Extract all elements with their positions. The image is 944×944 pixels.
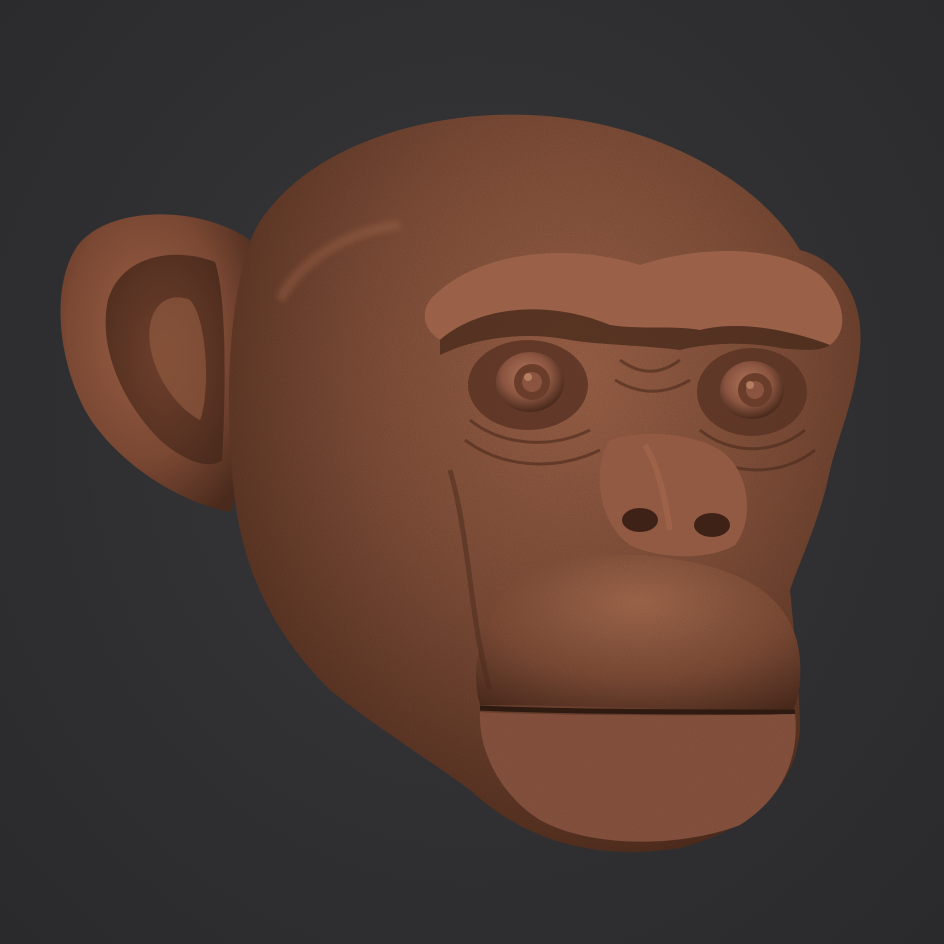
ear	[60, 214, 250, 512]
chimpanzee-head-sculpture	[60, 114, 861, 852]
right-eye	[697, 348, 807, 436]
left-eye	[468, 340, 588, 430]
viewport-background	[0, 0, 944, 944]
brow-ridge	[424, 251, 843, 355]
